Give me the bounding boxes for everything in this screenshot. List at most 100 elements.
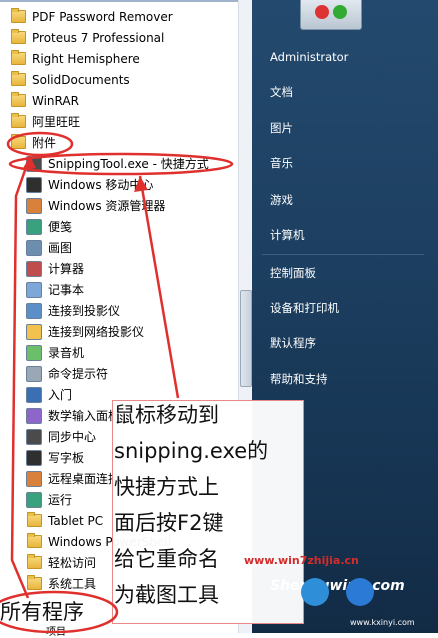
folder-icon (10, 50, 26, 67)
sticky-note-icon (26, 218, 42, 235)
menu-item-label: 连接到投影仪 (48, 304, 121, 318)
explorer-icon (26, 197, 42, 214)
menu-item-label: 录音机 (48, 346, 85, 360)
folder-icon (26, 512, 42, 529)
scissors-icon (26, 155, 42, 172)
folder-icon (26, 575, 42, 592)
run-icon (26, 491, 42, 508)
menu-item-label: 同步中心 (48, 430, 97, 444)
menu-item-label: 附件 (32, 136, 57, 150)
annotation-line-2: snipping.exe的 (114, 439, 269, 463)
mobility-center-icon (26, 176, 42, 193)
user-avatar[interactable] (300, 0, 362, 30)
help-support-link[interactable]: 帮助和支持 (270, 371, 328, 387)
menu-item[interactable]: SnippingTool.exe - 快捷方式 (0, 153, 240, 174)
menu-item-label: Windows 移动中心 (48, 178, 154, 192)
network-projector-icon (26, 323, 42, 340)
menu-item-label: 数学输入面板 (48, 409, 121, 423)
control-panel-link[interactable]: 控制面板 (270, 265, 316, 281)
menu-item-label: 写字板 (48, 451, 85, 465)
command-prompt-icon (26, 365, 42, 382)
user-name-link[interactable]: Administrator (270, 50, 348, 64)
site-logo-sub: www.kxinyi.com (350, 618, 415, 627)
menu-item-label: 运行 (48, 493, 73, 507)
site-logo: Shenduwin8.com (270, 578, 405, 594)
folder-icon (10, 71, 26, 88)
sync-icon (26, 428, 42, 445)
menu-item[interactable]: Proteus 7 Professional (0, 27, 240, 48)
projector-icon (26, 302, 42, 319)
notepad-icon (26, 281, 42, 298)
folder-icon (26, 533, 42, 550)
annotation-line-4: 面后按F2键 (114, 511, 224, 535)
music-link[interactable]: 音乐 (270, 155, 293, 171)
scrollbar-thumb[interactable] (240, 290, 252, 387)
menu-item-label: 阿里旺旺 (32, 115, 81, 129)
pictures-link[interactable]: 图片 (270, 120, 293, 136)
menu-item-label: 计算器 (48, 262, 85, 276)
menu-item-label: PDF Password Remover (32, 9, 173, 24)
menu-item-label: 入门 (48, 388, 73, 402)
menu-item[interactable]: 命令提示符 (0, 363, 240, 384)
avatar-leaf-icon (333, 5, 347, 19)
folder-icon (10, 134, 26, 151)
microphone-icon (26, 344, 42, 361)
annotation-line-3: 快捷方式上 (114, 475, 219, 499)
menu-item-label: SnippingTool.exe - 快捷方式 (48, 157, 209, 171)
menu-item-label: 画图 (48, 241, 73, 255)
menu-item-label: 系统工具 (48, 577, 97, 591)
panel-border (0, 0, 252, 2)
menu-item[interactable]: SolidDocuments (0, 69, 240, 90)
getting-started-icon (26, 386, 42, 403)
folder-icon (10, 92, 26, 109)
menu-item-label: WinRAR (32, 93, 79, 108)
cut-off-text: 项目 (46, 627, 66, 638)
default-programs-link[interactable]: 默认程序 (270, 335, 316, 351)
menu-item-label: 远程桌面连接 (48, 472, 121, 486)
menu-item-label: Tablet PC (48, 513, 104, 528)
menu-item-label: Proteus 7 Professional (32, 30, 165, 45)
menu-item[interactable]: Windows 移动中心 (0, 174, 240, 195)
menu-item[interactable]: 录音机 (0, 342, 240, 363)
menu-item[interactable]: 画图 (0, 237, 240, 258)
menu-item[interactable]: 计算器 (0, 258, 240, 279)
annotation-line-5: 给它重命名 (114, 547, 219, 571)
menu-item-label: Right Hemisphere (32, 51, 140, 66)
menu-item-label: 便笺 (48, 220, 73, 234)
calculator-icon (26, 260, 42, 277)
folder-icon (10, 113, 26, 130)
menu-item-label: 记事本 (48, 283, 85, 297)
menu-item-label: SolidDocuments (32, 72, 130, 87)
menu-item[interactable]: Windows 资源管理器 (0, 195, 240, 216)
menu-item[interactable]: PDF Password Remover (0, 6, 240, 27)
annotation-line-6: 为截图工具 (114, 583, 219, 607)
menu-item[interactable]: 阿里旺旺 (0, 111, 240, 132)
right-separator (262, 254, 424, 255)
menu-item-label: 轻松访问 (48, 556, 97, 570)
menu-item[interactable]: 便笺 (0, 216, 240, 237)
menu-item[interactable]: Right Hemisphere (0, 48, 240, 69)
menu-item[interactable]: WinRAR (0, 90, 240, 111)
all-programs-label[interactable]: 所有程序 (0, 596, 84, 626)
menu-item[interactable]: 连接到网络投影仪 (0, 321, 240, 342)
menu-item[interactable]: 连接到投影仪 (0, 300, 240, 321)
menu-item-label: Windows 资源管理器 (48, 199, 166, 213)
math-input-icon (26, 407, 42, 424)
folder-icon (10, 29, 26, 46)
menu-item[interactable]: 记事本 (0, 279, 240, 300)
paint-icon (26, 239, 42, 256)
wordpad-icon (26, 449, 42, 466)
computer-link[interactable]: 计算机 (270, 227, 305, 243)
devices-printers-link[interactable]: 设备和打印机 (270, 300, 339, 316)
documents-link[interactable]: 文档 (270, 84, 293, 100)
folder-icon (26, 554, 42, 571)
annotation-line-1: 鼠标移动到 (114, 403, 219, 427)
games-link[interactable]: 游戏 (270, 192, 293, 208)
menu-item-label: 命令提示符 (48, 367, 109, 381)
watermark-text: www.win7zhijia.cn (244, 554, 359, 567)
menu-item-label: 连接到网络投影仪 (48, 325, 145, 339)
menu-item[interactable]: 附件 (0, 132, 240, 153)
remote-desktop-icon (26, 470, 42, 487)
avatar-flower-icon (315, 5, 329, 19)
folder-icon (10, 8, 26, 25)
